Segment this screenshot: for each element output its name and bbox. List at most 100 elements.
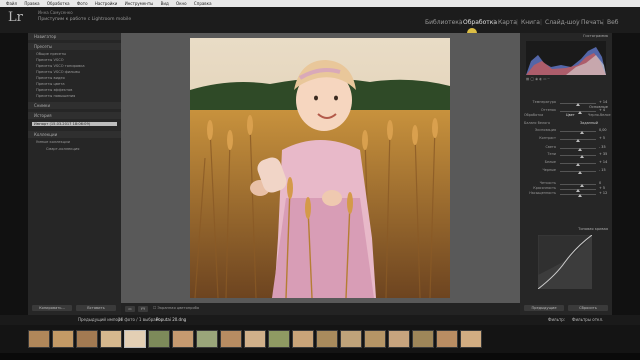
filmstrip-thumbnail[interactable] [436,330,458,348]
filmstrip-thumbnail[interactable] [244,330,266,348]
color-treatment[interactable]: Цвет [566,113,575,117]
collections-header[interactable]: Коллекции [28,131,121,138]
navigator-header[interactable]: Навигатор [28,33,121,40]
menu-window[interactable]: Окно [176,1,187,6]
slider-label: Экспозиция [534,128,556,132]
before-after-button[interactable]: YY [138,306,148,312]
slider-knob[interactable] [580,184,584,187]
taskbar [0,353,640,360]
filmstrip-folder[interactable]: Предыдущий импорт [78,315,123,325]
slider-knob[interactable] [576,189,580,192]
filmstrip-thumbnail[interactable] [220,330,242,348]
copy-button[interactable]: Копировать... [32,305,72,311]
slider-value[interactable]: + 35 [599,152,607,156]
menu-photo[interactable]: Фото [77,1,88,6]
slider-knob[interactable] [576,163,580,166]
slider-value[interactable]: + 5 [599,186,605,190]
preset-folder[interactable]: Пресеты VSCO фильмы [36,70,80,74]
slider-value[interactable]: 0,00 [599,128,607,132]
preset-folder[interactable]: Пресеты VSCO [36,58,64,62]
filmstrip-thumbnail[interactable] [412,330,434,348]
slider-value[interactable]: + 12 [599,191,607,195]
slider-value[interactable]: 0 [599,181,601,185]
slider-track[interactable] [560,131,596,132]
slider-knob[interactable] [578,111,582,114]
paste-button[interactable]: Вставить [76,305,116,311]
wb-select[interactable]: Заданный [580,121,598,125]
slider-knob[interactable] [578,194,582,197]
filmstrip-thumbnail[interactable] [76,330,98,348]
menu-edit[interactable]: Правка [24,1,39,6]
filmstrip-thumbnail[interactable] [388,330,410,348]
history-header[interactable]: История [28,112,121,119]
module-book[interactable]: Книга [521,19,540,26]
tool-strip[interactable]: ▦ ◯ ◉ ◐ ▭ ─ [526,77,606,85]
filmstrip-thumbnail[interactable] [316,330,338,348]
filmstrip-thumbnail[interactable] [148,330,170,348]
soft-proof-checkbox[interactable]: ☐ Экранная цветопроба [153,306,199,310]
slider-knob[interactable] [580,131,584,134]
menu-tools[interactable]: Инструменты [125,1,154,6]
preset-folder[interactable]: Общие пресеты [36,52,66,56]
preset-folder[interactable]: Пресеты VSCO тонировка [36,64,85,68]
slider-knob[interactable] [576,139,580,142]
menu-settings[interactable]: Настройки [95,1,118,6]
snapshots-header[interactable]: Снимки [28,102,121,109]
loupe-view-button[interactable]: ▭ [125,306,135,312]
slider-track[interactable] [560,184,596,185]
slider-label: Температура [532,100,556,104]
filmstrip-thumbnail[interactable] [292,330,314,348]
preset-folder[interactable]: Пресеты цвета [36,82,65,86]
preset-folder[interactable]: Пресеты видео [36,76,65,80]
reset-button[interactable]: Сбросить [568,305,608,311]
filmstrip-thumbnail[interactable] [364,330,386,348]
bw-treatment[interactable]: Черно-белое [588,113,611,117]
module-print[interactable]: Печать [581,19,603,26]
preset-folder[interactable]: Пресеты повышения [36,94,75,98]
menu-develop[interactable]: Обработка [47,1,70,6]
filter-select[interactable]: Фильтры откл. [572,315,603,325]
slider-value[interactable]: + 5 [599,136,605,140]
tone-curve-header[interactable]: Тоновая кривая [578,227,608,231]
module-web[interactable]: Веб [607,19,619,26]
slider-value[interactable]: + 14 [599,160,607,164]
filmstrip-thumbnail[interactable] [100,330,122,348]
slider-value[interactable]: - 35 [599,145,606,149]
slider-knob[interactable] [578,148,582,151]
menu-help[interactable]: Справка [194,1,212,6]
slider-value[interactable]: - 15 [599,168,606,172]
slider-value[interactable]: + 4 [599,108,605,112]
presets-header[interactable]: Пресеты [28,43,121,50]
preset-folder[interactable]: Пресеты эффектов [36,88,72,92]
menu-view[interactable]: Вид [161,1,169,6]
filmstrip-thumbnail[interactable] [196,330,218,348]
module-slideshow[interactable]: Слайд-шоу [545,19,580,26]
slider-label: Оттенок [540,108,556,112]
history-item[interactable]: Импорт (15.03.2017 18:06:09) [32,122,117,126]
filmstrip-thumbnail[interactable] [268,330,290,348]
identity-subtitle[interactable]: Приступим к работе с Lightroom mobile [38,17,131,22]
slider-track[interactable] [560,155,596,156]
photo-preview[interactable] [190,38,450,298]
filmstrip-thumbnail[interactable] [172,330,194,348]
menu-file[interactable]: Файл [6,1,17,6]
module-develop[interactable]: Обработка [463,19,497,26]
histogram-header[interactable]: Гистограмма [583,34,608,38]
filmstrip-thumbnail[interactable] [124,330,146,348]
previous-button[interactable]: Предыдущие [524,305,564,311]
filmstrip-thumbnail[interactable] [460,330,482,348]
tone-curve-graph[interactable] [538,235,592,289]
slider-knob[interactable] [578,171,582,174]
filmstrip-thumbnail[interactable] [52,330,74,348]
filmstrip-thumbnail[interactable] [340,330,362,348]
slider-knob[interactable] [580,155,584,158]
collection-item[interactable]: Смарт-коллекция [46,147,79,151]
slider-knob[interactable] [576,103,580,106]
module-library[interactable]: Библиотека [425,19,463,26]
right-panel: Гистограмма ▦ ◯ ◉ ◐ ▭ ─ Основные Обработ… [520,33,612,315]
filmstrip-thumbnail[interactable] [28,330,50,348]
slider-value[interactable]: + 14 [599,100,607,104]
module-map[interactable]: Карта [498,19,517,26]
filmstrip-filename[interactable]: Poputai 20.dng [156,315,186,325]
collection-item[interactable]: Умные коллекции [36,140,70,144]
